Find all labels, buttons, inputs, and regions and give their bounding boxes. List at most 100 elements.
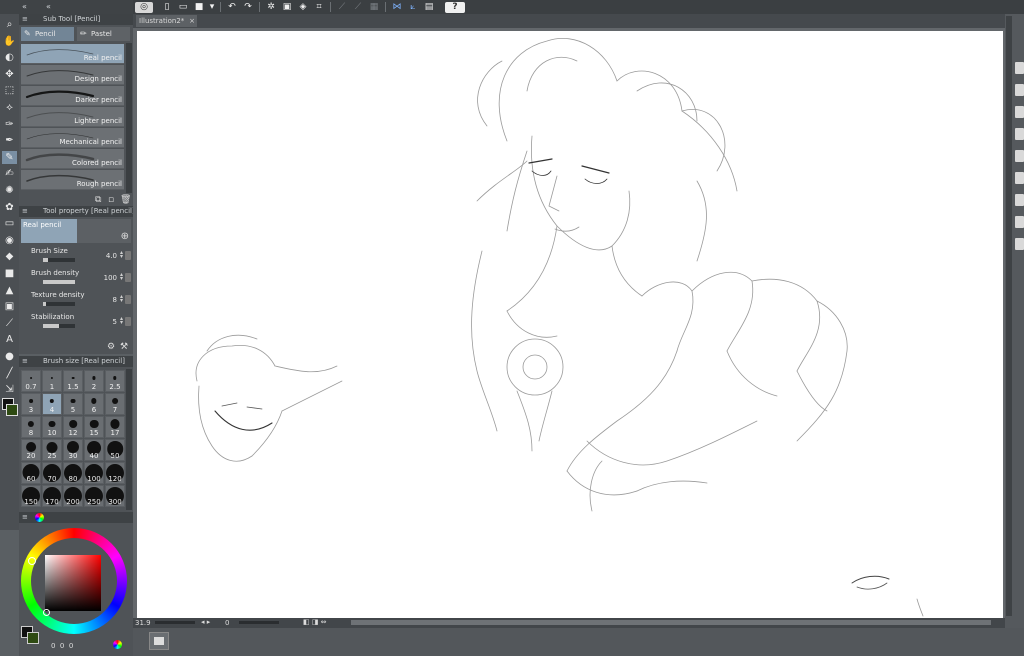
ruler-icon[interactable]: ⋈ <box>391 2 403 13</box>
sub-color-chip[interactable] <box>6 404 18 416</box>
document-tab[interactable]: Illustration2* × <box>136 15 197 27</box>
brush-size-cell[interactable]: 2.5 <box>105 370 125 392</box>
panel-menu-icon[interactable]: ≡ <box>22 15 28 23</box>
brush-size-cell[interactable]: 25 <box>42 439 62 461</box>
save-icon[interactable]: ■ <box>193 2 205 13</box>
brush-size-cell[interactable]: 50 <box>105 439 125 461</box>
fill-icon[interactable]: ◆ <box>2 250 17 263</box>
trash-icon[interactable]: 🗑 <box>120 195 131 205</box>
brush-item[interactable]: Rough pencil <box>21 170 124 190</box>
saturation-value-square[interactable] <box>45 555 101 611</box>
frame-icon[interactable]: ▣ <box>2 300 17 313</box>
brush-size-cell[interactable]: 100 <box>84 462 104 484</box>
eyedropper-icon[interactable]: ✑ <box>2 118 17 131</box>
angle-readout[interactable]: 0 <box>225 619 229 627</box>
brush-size-cell[interactable]: 1.5 <box>63 370 83 392</box>
brush-size-cell[interactable]: 250 <box>84 485 104 507</box>
tab-pastel[interactable]: ✏ Pastel <box>77 27 130 41</box>
brush-size-cell[interactable]: 30 <box>63 439 83 461</box>
panel-toggle-button[interactable] <box>1015 238 1024 250</box>
pressure-icon[interactable] <box>125 317 131 326</box>
close-icon[interactable]: × <box>189 15 195 27</box>
brush-size-cell[interactable]: 60 <box>21 462 41 484</box>
brush-size-cell[interactable]: 4 <box>42 393 62 415</box>
brush-size-cell[interactable]: 80 <box>63 462 83 484</box>
balloon-icon[interactable]: ● <box>2 350 17 363</box>
brush-size-cell[interactable]: 17 <box>105 416 125 438</box>
snap-grid-icon[interactable]: ▦ <box>368 2 380 13</box>
hand-icon[interactable]: ✋ <box>2 35 17 48</box>
blend-icon[interactable]: ◉ <box>2 234 17 247</box>
property-value[interactable]: 100 <box>104 274 117 282</box>
panel-toggle-button[interactable] <box>1015 84 1024 96</box>
brush-size-cell[interactable]: 12 <box>63 416 83 438</box>
brush-size-cell[interactable]: 0.7 <box>21 370 41 392</box>
brush-size-cell[interactable]: 7 <box>105 393 125 415</box>
brush-size-cell[interactable]: 10 <box>42 416 62 438</box>
brush-size-cell[interactable]: 200 <box>63 485 83 507</box>
brush-item[interactable]: Colored pencil <box>21 149 124 169</box>
panel-menu-icon[interactable]: ≡ <box>22 357 28 365</box>
color-wheel-tab-icon[interactable] <box>35 513 44 522</box>
move-icon[interactable]: ✥ <box>2 68 17 81</box>
brush-size-cell[interactable]: 300 <box>105 485 125 507</box>
property-value[interactable]: 4.0 <box>106 252 117 260</box>
property-value[interactable]: 8 <box>113 296 117 304</box>
color-mode-icon[interactable] <box>113 640 122 649</box>
chevron-down-icon[interactable]: ▾ <box>209 2 215 13</box>
brush-list-scrollbar[interactable] <box>126 43 132 193</box>
eraser-icon[interactable]: ▭ <box>2 217 17 230</box>
panel-toggle-button[interactable] <box>1015 172 1024 184</box>
transform-icon[interactable]: ▣ <box>281 2 293 13</box>
undo-icon[interactable]: ↶ <box>226 2 238 13</box>
help-icon[interactable]: ? <box>445 1 465 13</box>
text-icon[interactable]: A <box>2 333 17 346</box>
fill-icon[interactable]: ◈ <box>297 2 309 13</box>
new-sub-tool-icon[interactable]: ▫ <box>108 195 114 205</box>
decoration-icon[interactable]: ✿ <box>2 201 17 214</box>
color-cursor[interactable] <box>43 609 50 616</box>
pen-icon[interactable]: ✒ <box>2 134 17 147</box>
zoom-icon[interactable]: ⌕ <box>2 18 17 31</box>
brush-size-scrollbar[interactable] <box>126 369 132 510</box>
panel-toggle-button[interactable] <box>1015 62 1024 74</box>
brush-item[interactable]: Real pencil <box>21 44 124 64</box>
panel-toggle-button[interactable] <box>1015 150 1024 162</box>
rotate-icon[interactable]: ◐ <box>2 51 17 64</box>
hue-cursor[interactable] <box>28 557 36 565</box>
property-slider[interactable] <box>43 324 75 328</box>
magnifier-icon[interactable]: ⊕ <box>121 231 129 242</box>
brush-size-cell[interactable]: 2 <box>84 370 104 392</box>
sub-color-swatch[interactable] <box>27 632 39 644</box>
drawing-canvas[interactable] <box>137 31 1003 618</box>
view-buttons[interactable]: ◧ ◨ ⇔ <box>303 618 327 626</box>
brush-size-cell[interactable]: 8 <box>21 416 41 438</box>
collapse-right-icon[interactable]: « <box>46 2 51 11</box>
pressure-icon[interactable] <box>125 251 131 260</box>
line-icon[interactable]: ╱ <box>2 367 17 380</box>
vertical-scrollbar[interactable] <box>1006 16 1012 616</box>
brush-size-cell[interactable]: 120 <box>105 462 125 484</box>
ruler-icon[interactable]: ⟋ <box>2 317 17 330</box>
select-icon[interactable]: ⬚ <box>2 84 17 97</box>
brush-size-cell[interactable]: 6 <box>84 393 104 415</box>
preset-preview[interactable]: Real pencil ⊕ <box>21 219 131 243</box>
lasso-icon[interactable]: ⟡ <box>2 101 17 114</box>
panel-toggle-button[interactable] <box>1015 128 1024 140</box>
app-icon[interactable]: ◎ <box>135 1 153 13</box>
perspective-icon[interactable]: ⟀ <box>407 2 419 13</box>
wrench-icon[interactable]: ⚒ <box>120 342 128 352</box>
settings-icon[interactable]: ⚙ <box>107 342 115 352</box>
panel-toggle-button[interactable] <box>1015 194 1024 206</box>
scroll-thumb[interactable] <box>351 620 991 625</box>
brush-item[interactable]: Lighter pencil <box>21 107 124 127</box>
brush-size-cell[interactable]: 5 <box>63 393 83 415</box>
snap-ruler-icon[interactable]: ⟋ <box>336 2 348 13</box>
new-file-icon[interactable]: ▯ <box>161 2 173 13</box>
clear-icon[interactable]: ✲ <box>265 2 277 13</box>
zoom-slider[interactable] <box>155 621 195 624</box>
brush-size-cell[interactable]: 40 <box>84 439 104 461</box>
figure-icon[interactable]: ▲ <box>2 284 17 297</box>
collapse-left-icon[interactable]: « <box>22 2 27 11</box>
brush-item[interactable]: Darker pencil <box>21 86 124 106</box>
